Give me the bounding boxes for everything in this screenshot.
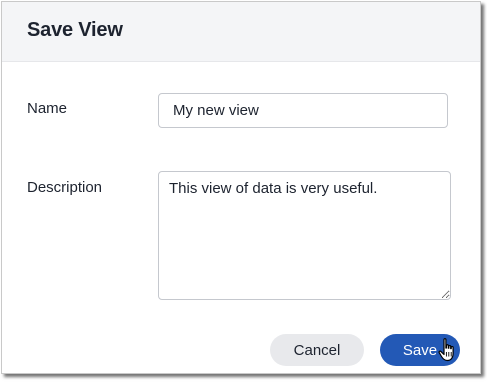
description-textarea[interactable]: This view of data is very useful. bbox=[158, 171, 451, 300]
dialog-header: Save View bbox=[2, 2, 480, 62]
dialog-title: Save View bbox=[27, 19, 123, 41]
save-button[interactable]: Save bbox=[380, 334, 460, 366]
save-view-dialog: Save View Name Description This view of … bbox=[1, 1, 481, 374]
name-label: Name bbox=[27, 100, 68, 117]
cancel-button[interactable]: Cancel bbox=[270, 334, 364, 366]
description-label: Description bbox=[27, 179, 103, 196]
name-input[interactable] bbox=[158, 93, 448, 128]
